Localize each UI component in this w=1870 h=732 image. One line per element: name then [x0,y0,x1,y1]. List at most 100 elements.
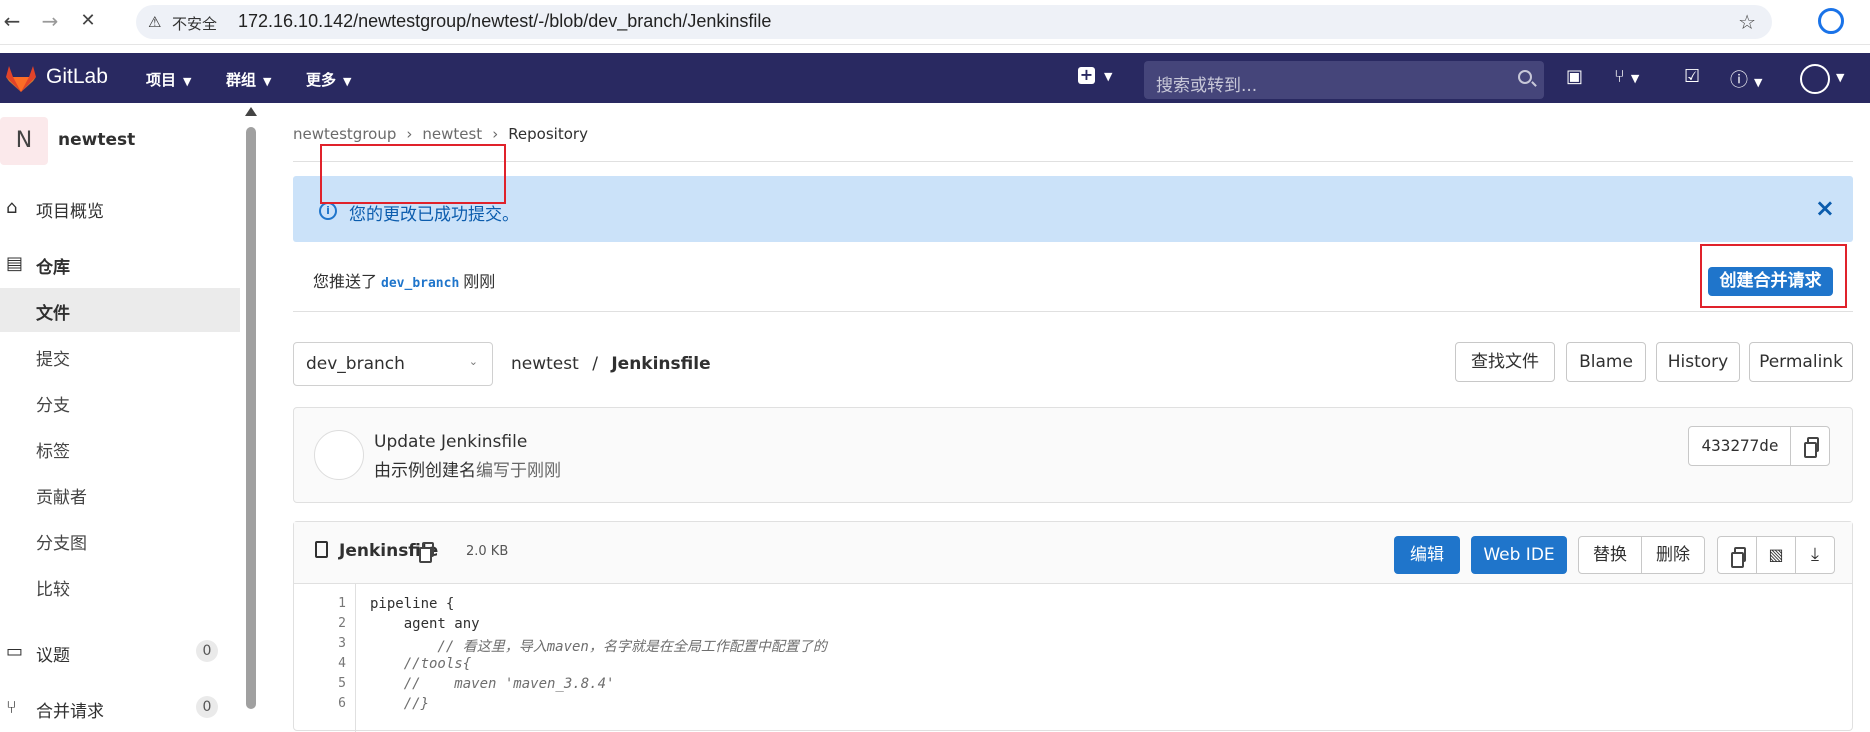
delete-button[interactable]: 删除 [1641,536,1705,574]
search-icon [1518,70,1532,84]
insecure-label[interactable]: 不安全 [172,13,217,34]
sidebar-subitem-commits[interactable]: 提交 [0,334,240,378]
last-commit-panel: Update Jenkinsfile 由示例创建名编写于刚刚 [293,407,1853,503]
file-viewer: Jenkinsfile 2.0 KB 编辑 Web IDE 替换 删除 ▧ ⤓ … [293,521,1853,732]
chevron-down-icon[interactable]: ▼ [1836,71,1844,84]
copy-icon [1731,547,1746,568]
sidebar-item-repository[interactable]: ▤ 仓库 [0,242,240,286]
issues-count-badge: 0 [196,640,218,662]
file-header: Jenkinsfile 2.0 KB 编辑 Web IDE 替换 删除 ▧ ⤓ [294,522,1852,584]
repository-doc-icon: ▤ [6,253,24,274]
branch-selector[interactable]: dev_branch ⌄ [293,342,493,386]
chevron-down-icon: ▼ [183,75,192,88]
permalink-button[interactable]: Permalink [1749,342,1853,382]
merge-requests-icon[interactable]: ⑂ ▼ [1614,66,1639,87]
commit-author-avatar[interactable] [314,430,364,480]
pushed-branch-name[interactable]: dev_branch [381,276,459,291]
copy-icon [1804,437,1819,458]
code-line: //} [370,696,430,712]
issues-icon[interactable]: ▣ [1566,66,1583,87]
scrollbar-thumb[interactable] [246,127,256,709]
path-file: Jenkinsfile [611,354,711,374]
project-avatar[interactable]: N [0,117,48,165]
sidebar-subitem-contributors[interactable]: 贡献者 [0,472,240,516]
sidebar-subitem-graph[interactable]: 分支图 [0,518,240,562]
scroll-up-arrow-icon[interactable] [245,107,257,116]
chevron-down-icon: ▼ [343,75,352,88]
sidebar-subitem-files[interactable]: 文件 [0,288,240,332]
code-line: pipeline { [370,596,455,612]
copy-path-icon[interactable] [419,542,434,563]
forward-icon[interactable]: → [38,9,62,33]
sidebar-subitem-compare[interactable]: 比较 [0,564,240,608]
commit-author-line: 由示例创建名编写于刚刚 [374,461,561,481]
sidebar-subitem-tags[interactable]: 标签 [0,426,240,470]
code-line: // maven 'maven_3.8.4' [370,676,615,692]
code-view: 1 2 3 4 5 6 pipeline { agent any // 看这里，… [294,584,1852,732]
todos-icon[interactable]: ☑ [1684,66,1700,87]
gitlab-brand[interactable]: GitLab [46,65,108,89]
copy-sha-button[interactable] [1790,426,1830,466]
highlight-box-merge-button [1700,244,1847,308]
edit-button[interactable]: 编辑 [1394,536,1460,574]
download-icon: ⤓ [1811,544,1819,565]
open-raw-button[interactable]: ▧ [1756,536,1796,574]
line-number[interactable]: 2 [294,616,346,631]
new-item-plus-icon[interactable]: + [1078,67,1095,84]
push-notice: 您推送了 dev_branch 刚刚 创建合并请求 [293,242,1853,312]
gitlab-topbar: GitLab 项目 ▼ 群组 ▼ 更多 ▼ + ▼ 搜索或转到... ▣ ⑂ ▼ ☑ ⓘ… [0,53,1870,103]
web-ide-button[interactable]: Web IDE [1471,536,1567,574]
chevron-down-icon[interactable]: ▼ [1104,70,1112,83]
sidebar-item-merge-requests[interactable]: ⑂ 合并请求 0 [0,686,240,730]
help-icon[interactable]: ⓘ ▼ [1730,66,1762,92]
line-number[interactable]: 1 [294,596,346,611]
breadcrumb-group[interactable]: newtestgroup [293,125,396,143]
code-line: // 看这里，导入maven，名字就是在全局工作配置中配置了的 [370,639,827,655]
stop-icon[interactable]: ✕ [76,9,100,33]
chevron-down-icon: ⌄ [468,355,478,368]
blame-button[interactable]: Blame [1566,342,1646,382]
replace-button[interactable]: 替换 [1578,536,1642,574]
line-number[interactable]: 3 [294,636,346,651]
success-alert: i 您的更改已成功提交。 × [293,176,1853,242]
file-icon [315,541,328,558]
code-line: //tools{ [370,656,472,672]
breadcrumb: newtestgroup › newtest › Repository [293,125,588,143]
issues-icon: ▭ [6,641,24,662]
sidebar-subitem-branches[interactable]: 分支 [0,380,240,424]
line-number[interactable]: 6 [294,696,346,711]
copy-contents-button[interactable] [1717,536,1757,574]
commit-sha[interactable]: 433277de [1688,426,1792,466]
sidebar-item-issues[interactable]: ▭ 议题 0 [0,630,240,674]
download-button[interactable]: ⤓ [1795,536,1835,574]
url-text[interactable]: 172.16.10.142/newtestgroup/newtest/-/blo… [238,11,771,32]
push-notice-text: 您推送了 dev_branch 刚刚 [313,272,496,291]
sidebar-item-overview[interactable]: ⌂ 项目概览 [0,186,240,230]
path-project[interactable]: newtest [511,354,579,374]
line-number[interactable]: 5 [294,676,346,691]
commit-author[interactable]: 示例创建名 [391,461,476,481]
commit-title[interactable]: Update Jenkinsfile [374,432,527,452]
browser-chrome: ← → ✕ ⚠ 不安全 172.16.10.142/newtestgroup/n… [0,0,1870,45]
nav-more[interactable]: 更多 ▼ [306,69,351,90]
close-icon[interactable]: × [1815,194,1835,222]
code-line: agent any [370,616,480,632]
breadcrumb-repository[interactable]: Repository [508,125,588,143]
gitlab-logo-icon[interactable] [6,66,36,92]
project-name[interactable]: newtest [58,130,135,150]
back-icon[interactable]: ← [0,9,24,33]
user-avatar[interactable] [1800,64,1830,94]
raw-file-icon: ▧ [1768,545,1784,564]
history-button[interactable]: History [1656,342,1740,382]
browser-profile-icon[interactable] [1818,8,1844,34]
find-file-button[interactable]: 查找文件 [1455,342,1555,382]
home-icon: ⌂ [6,197,18,218]
sidebar-scrollbar[interactable] [244,103,258,728]
address-bar[interactable]: ⚠ 不安全 172.16.10.142/newtestgroup/newtest… [136,5,1772,39]
line-number[interactable]: 4 [294,656,346,671]
search-input[interactable]: 搜索或转到... [1144,61,1544,99]
bookmark-star-icon[interactable]: ☆ [1738,10,1756,34]
breadcrumb-project[interactable]: newtest [422,125,482,143]
nav-projects[interactable]: 项目 ▼ [146,69,191,90]
nav-groups[interactable]: 群组 ▼ [226,69,271,90]
